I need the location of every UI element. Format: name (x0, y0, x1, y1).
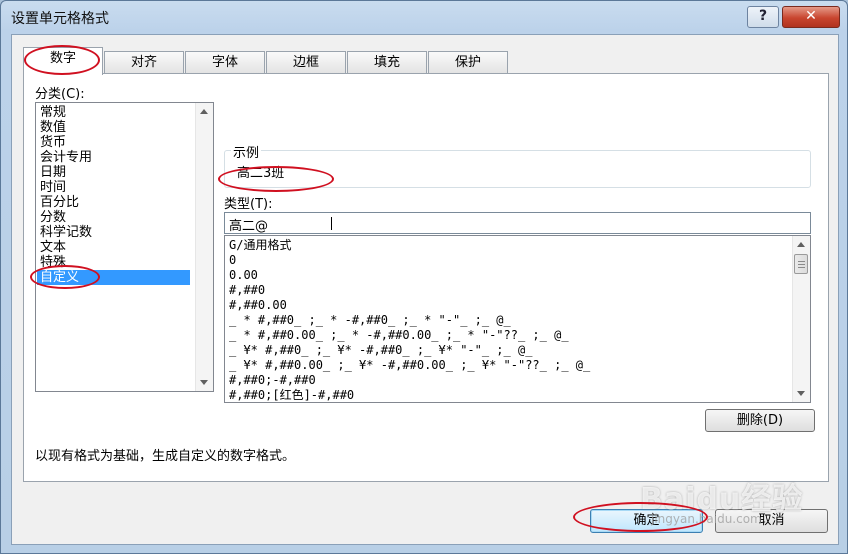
category-item-number[interactable]: 数值 (37, 120, 190, 135)
category-item-currency[interactable]: 货币 (37, 135, 190, 150)
sample-group: 示例 高二3班 (224, 142, 811, 188)
dialog-title: 设置单元格格式 (11, 11, 109, 27)
tab-protection[interactable]: 保护 (428, 51, 508, 74)
category-scrollbar[interactable] (195, 103, 213, 391)
format-item[interactable]: _ ¥* #,##0_ ;_ ¥* -#,##0_ ;_ ¥* "-"_ ;_ … (229, 343, 532, 358)
category-item-date[interactable]: 日期 (37, 165, 190, 180)
watermark-url: jingyan.baidu.com (651, 512, 762, 526)
tab-alignment[interactable]: 对齐 (104, 51, 184, 74)
category-item-time[interactable]: 时间 (37, 180, 190, 195)
number-tab-panel: 分类(C): 常规 数值 货币 会计专用 日期 时间 百分比 分数 科学记数 文… (23, 73, 829, 482)
format-item[interactable]: #,##0;[红色]-#,##0 (229, 388, 354, 402)
format-item[interactable]: _ ¥* #,##0.00_ ;_ ¥* -#,##0.00_ ;_ ¥* "-… (229, 358, 590, 373)
format-item[interactable]: 0.00 (229, 268, 258, 283)
dialog-body: 数字 对齐 字体 边框 填充 保护 分类(C): 常规 数值 货币 会计专用 日… (11, 34, 839, 545)
category-item-custom[interactable]: 自定义 (37, 270, 190, 285)
scroll-down-icon[interactable] (797, 391, 805, 396)
type-input[interactable]: 高二@ (224, 212, 811, 234)
category-item-scientific[interactable]: 科学记数 (37, 225, 190, 240)
format-item[interactable]: _ * #,##0_ ;_ * -#,##0_ ;_ * "-"_ ;_ @_ (229, 313, 511, 328)
category-item-percentage[interactable]: 百分比 (37, 195, 190, 210)
category-item-text[interactable]: 文本 (37, 240, 190, 255)
close-button[interactable]: ✕ (782, 6, 840, 28)
scroll-thumb[interactable] (794, 254, 808, 274)
format-item[interactable]: #,##0;-#,##0 (229, 373, 316, 388)
category-label: 分类(C): (35, 87, 85, 102)
tab-font[interactable]: 字体 (185, 51, 265, 74)
scroll-down-icon[interactable] (200, 380, 208, 385)
sample-value: 高二3班 (237, 166, 285, 181)
help-button[interactable]: ? (747, 6, 779, 28)
format-list-scrollbar[interactable] (792, 236, 810, 402)
format-item[interactable]: 0 (229, 253, 236, 268)
text-caret (331, 217, 332, 230)
format-item[interactable]: #,##0.00 (229, 298, 287, 313)
category-item-accounting[interactable]: 会计专用 (37, 150, 190, 165)
format-cells-dialog: 设置单元格格式 ? ✕ 数字 对齐 字体 边框 填充 保护 分类(C): 常规 … (0, 0, 848, 554)
scroll-up-icon[interactable] (797, 242, 805, 247)
tab-fill[interactable]: 填充 (347, 51, 427, 74)
sample-title: 示例 (231, 142, 262, 161)
category-list[interactable]: 常规 数值 货币 会计专用 日期 时间 百分比 分数 科学记数 文本 特殊 自定… (35, 102, 214, 392)
description-text: 以现有格式为基础，生成自定义的数字格式。 (35, 449, 296, 464)
tab-border[interactable]: 边框 (266, 51, 346, 74)
format-item[interactable]: _ * #,##0.00_ ;_ * -#,##0.00_ ;_ * "-"??… (229, 328, 569, 343)
type-input-value: 高二@ (229, 219, 269, 234)
format-code-list[interactable]: G/通用格式 0 0.00 #,##0 #,##0.00 _ * #,##0_ … (224, 235, 811, 403)
format-item[interactable]: #,##0 (229, 283, 265, 298)
scroll-up-icon[interactable] (200, 109, 208, 114)
category-item-fraction[interactable]: 分数 (37, 210, 190, 225)
delete-button[interactable]: 删除(D) (705, 409, 815, 432)
category-item-general[interactable]: 常规 (37, 105, 190, 120)
title-bar[interactable]: 设置单元格格式 ? ✕ (1, 1, 847, 31)
category-item-special[interactable]: 特殊 (37, 255, 190, 270)
type-label: 类型(T): (224, 197, 273, 212)
tab-number[interactable]: 数字 (23, 47, 103, 75)
format-item[interactable]: G/通用格式 (229, 238, 291, 253)
